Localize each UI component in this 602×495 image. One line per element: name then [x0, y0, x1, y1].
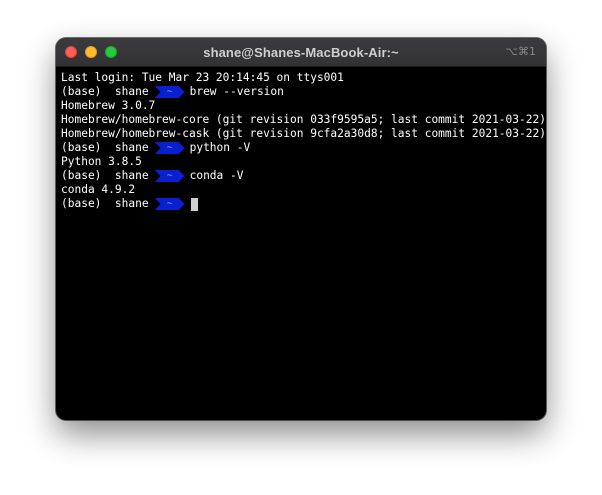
prompt-user: shane	[114, 85, 149, 98]
output-line: Homebrew/homebrew-core (git revision 033…	[61, 113, 546, 127]
close-button[interactable]	[65, 46, 77, 58]
conda-env-label: (base)	[61, 169, 102, 182]
prompt-line: (base) shane ~ conda -V	[61, 169, 541, 183]
prompt-directory-segment: ~	[154, 170, 185, 182]
text-cursor[interactable]	[190, 197, 198, 211]
last-login-text: Last login: Tue Mar 23 20:14:45 on ttys0…	[61, 71, 344, 84]
directory-label: ~	[166, 143, 173, 153]
output-text: Homebrew/homebrew-core (git revision 033…	[61, 113, 546, 126]
prompt-user: shane	[114, 141, 149, 154]
tab-shortcut-label: ⌥⌘1	[505, 45, 536, 58]
directory-label: ~	[166, 199, 173, 209]
minimize-button[interactable]	[85, 46, 97, 58]
terminal-line: Last login: Tue Mar 23 20:14:45 on ttys0…	[61, 71, 541, 85]
command-text: python -V	[189, 141, 251, 154]
command-text: brew --version	[189, 85, 284, 98]
output-line: Python 3.8.5	[61, 155, 541, 169]
zoom-button[interactable]	[105, 46, 117, 58]
output-text: conda 4.9.2	[61, 183, 136, 196]
directory-label: ~	[166, 87, 173, 97]
command-text: conda -V	[189, 169, 244, 182]
conda-env-label: (base)	[61, 85, 102, 98]
prompt-line: (base) shane ~	[61, 197, 541, 211]
prompt-directory-segment: ~	[154, 86, 185, 98]
conda-env-label: (base)	[61, 197, 102, 210]
prompt-line: (base) shane ~ python -V	[61, 141, 541, 155]
prompt-line: (base) shane ~ brew --version	[61, 85, 541, 99]
prompt-user: shane	[114, 169, 149, 182]
prompt-user: shane	[114, 197, 149, 210]
conda-env-label: (base)	[61, 141, 102, 154]
directory-label: ~	[166, 171, 173, 181]
output-line: Homebrew 3.0.7	[61, 99, 541, 113]
output-line: Homebrew/homebrew-cask (git revision 9cf…	[61, 127, 546, 141]
terminal-window: shane@Shanes-MacBook-Air:~ ⌥⌘1 Last logi…	[56, 38, 546, 420]
window-controls	[65, 46, 117, 58]
title-bar[interactable]: shane@Shanes-MacBook-Air:~ ⌥⌘1	[56, 38, 546, 67]
window-title: shane@Shanes-MacBook-Air:~	[203, 44, 399, 60]
output-text: Homebrew 3.0.7	[61, 99, 156, 112]
output-text: Homebrew/homebrew-cask (git revision 9cf…	[61, 127, 546, 140]
prompt-directory-segment: ~	[154, 142, 185, 154]
prompt-directory-segment: ~	[154, 198, 185, 210]
output-text: Python 3.8.5	[61, 155, 142, 168]
terminal-content[interactable]: Last login: Tue Mar 23 20:14:45 on ttys0…	[56, 67, 546, 215]
output-line: conda 4.9.2	[61, 183, 541, 197]
